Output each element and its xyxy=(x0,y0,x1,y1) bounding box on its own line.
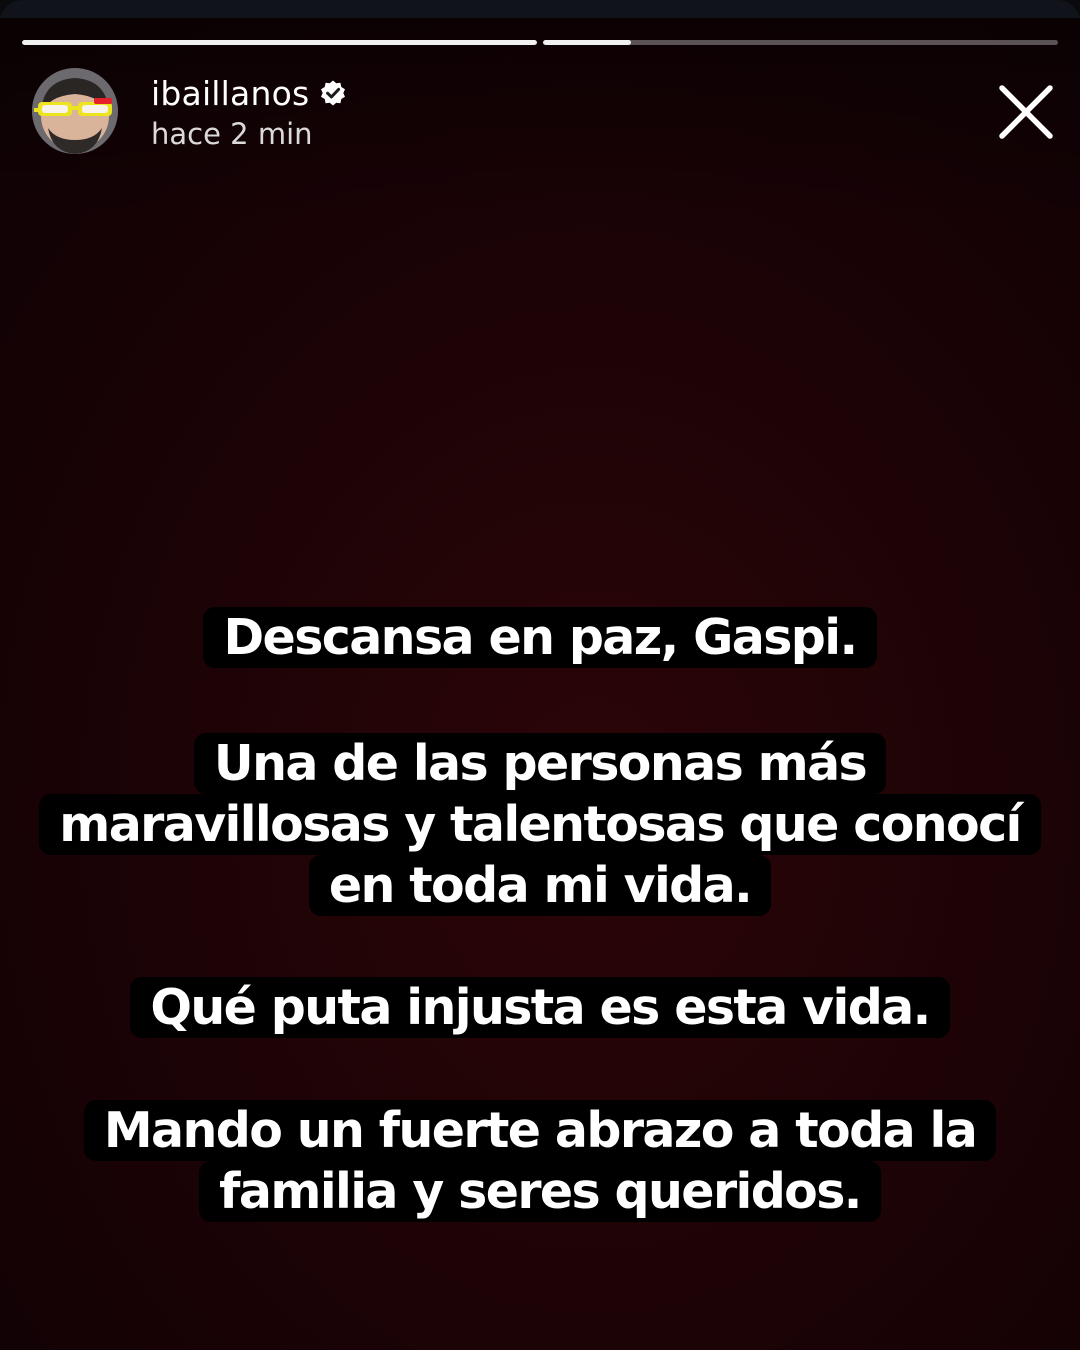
timestamp: hace 2 min xyxy=(151,117,313,151)
caption-text: Descansa en paz, Gaspi. xyxy=(203,607,877,668)
username[interactable]: ibaillanos xyxy=(151,74,309,113)
avatar-photo-icon xyxy=(32,68,118,154)
progress-segment-2 xyxy=(543,40,1058,45)
progress-fill-2 xyxy=(543,40,631,45)
caption-line: Qué puta injusta es esta vida. xyxy=(0,977,1080,1038)
name-row: ibaillanos xyxy=(151,71,347,115)
avatar[interactable] xyxy=(32,68,118,154)
story-viewer[interactable]: ibaillanos hace 2 min Descansa en paz, G… xyxy=(0,0,1080,1350)
verified-badge-icon xyxy=(319,79,347,107)
progress-fill-1 xyxy=(22,40,537,45)
caption-text: Una de las personas más xyxy=(193,733,887,794)
caption-text: Mando un fuerte abrazo a toda la xyxy=(83,1100,997,1161)
caption-text: en toda mi vida. xyxy=(308,855,772,916)
story-progress-bars xyxy=(22,40,1058,45)
caption-line: en toda mi vida. xyxy=(0,855,1080,916)
caption-block-2: Una de las personas más maravillosas y t… xyxy=(0,733,1080,916)
top-edge xyxy=(0,0,1080,18)
caption-line: familia y seres queridos. xyxy=(0,1161,1080,1222)
caption-text: Qué puta injusta es esta vida. xyxy=(130,977,950,1038)
story-meta: ibaillanos hace 2 min xyxy=(151,71,347,151)
caption-block-1: Descansa en paz, Gaspi. xyxy=(0,607,1080,668)
caption-line: Descansa en paz, Gaspi. xyxy=(0,607,1080,668)
story-header: ibaillanos hace 2 min xyxy=(32,66,347,156)
caption-text: familia y seres queridos. xyxy=(199,1161,881,1222)
caption-line: maravillosas y talentosas que conocí xyxy=(0,794,1080,855)
progress-segment-1 xyxy=(22,40,537,45)
caption-block-4: Mando un fuerte abrazo a toda la familia… xyxy=(0,1100,1080,1222)
caption-text: maravillosas y talentosas que conocí xyxy=(39,794,1041,855)
caption-block-3: Qué puta injusta es esta vida. xyxy=(0,977,1080,1038)
close-icon xyxy=(999,85,1053,139)
caption-line: Mando un fuerte abrazo a toda la xyxy=(0,1100,1080,1161)
close-button[interactable] xyxy=(994,80,1058,144)
caption-line: Una de las personas más xyxy=(0,733,1080,794)
